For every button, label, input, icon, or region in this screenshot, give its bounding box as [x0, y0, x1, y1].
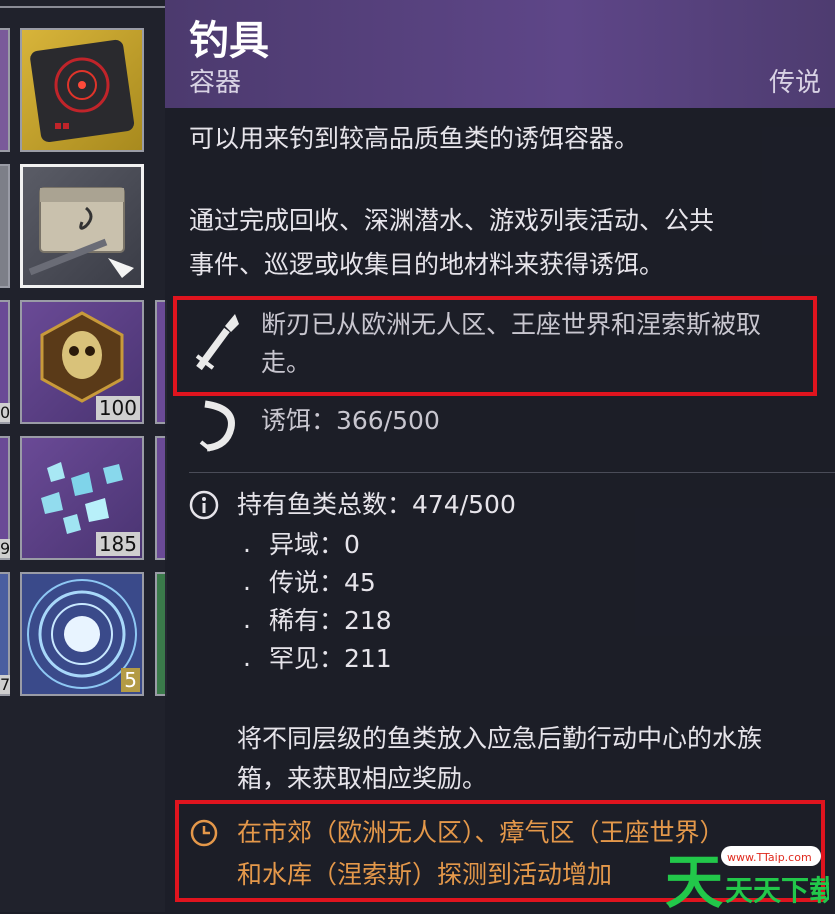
item-rarity: 传说 [768, 68, 821, 98]
tooltip-header: 钓具 容器 传说 [165, 0, 835, 108]
site-logo-icon: 天 www.TTaip.com 天天下载 [665, 846, 835, 914]
inventory-slot-tackle-box[interactable] [20, 164, 144, 288]
acquire-text-line2: 事件、巡逻或收集目的地材料来获得诱饵。 [189, 250, 665, 279]
clock-icon [190, 819, 218, 847]
item-count: 5 [121, 668, 140, 692]
item-count: 100 [95, 396, 140, 420]
inventory-grid: 0 9 7 100 185 5 [0, 0, 180, 912]
engram-box-icon [30, 39, 135, 143]
tackle-box-icon [28, 187, 134, 278]
inventory-slot-crystals[interactable]: 185 [20, 436, 144, 560]
aquarium-text-line1: 将不同层级的鱼类放入应急后勤行动中心的水族 [237, 724, 763, 753]
fish-uncommon-count: 罕见：211 [269, 644, 392, 673]
fish-total: 持有鱼类总数：474/500 [237, 490, 516, 519]
item-count: 0 [0, 403, 11, 422]
watermark-text: 天天下载 [725, 874, 829, 907]
fish-legendary-count: 传说：45 [269, 568, 376, 597]
tooltip-body: 可以用来钓到较高品质鱼类的诱饵容器。 通过完成回收、深渊潜水、游戏列表活动、公共… [165, 108, 835, 912]
removal-notice-line2: 走。 [261, 348, 312, 377]
inventory-slot-edge[interactable]: 9 [0, 436, 11, 560]
inventory-slot-edge[interactable]: 0 [0, 300, 11, 424]
activity-notice-line1: 在市郊（欧洲无人区）、瘴气区（王座世界） [237, 818, 725, 847]
removal-notice-line1: 断刃已从欧洲无人区、王座世界和涅索斯被取 [261, 310, 762, 339]
info-circle-icon [189, 490, 219, 520]
fish-rare-count: 稀有：218 [269, 606, 392, 635]
acquire-text-line1: 通过完成回收、深渊潜水、游戏列表活动、公共 [189, 206, 715, 235]
inventory-slot-engram[interactable] [20, 28, 144, 152]
activity-notice-line2: 和水库（涅索斯）探测到活动增加 [237, 860, 613, 889]
bait-count: 诱饵：366/500 [261, 406, 440, 435]
bullet-dot: · [243, 612, 251, 641]
item-count: 7 [0, 675, 11, 694]
section-divider [189, 472, 835, 473]
site-watermark: 天 www.TTaip.com 天天下载 [659, 842, 835, 914]
inventory-slot-edge[interactable] [0, 164, 10, 288]
item-title: 钓具 [189, 18, 269, 64]
item-count: 185 [95, 532, 140, 556]
inventory-slot-orb[interactable]: 5 [20, 572, 144, 696]
bullet-dot: · [243, 650, 251, 679]
inventory-top-divider [0, 6, 165, 8]
item-tooltip: 钓具 容器 传说 可以用来钓到较高品质鱼类的诱饵容器。 通过完成回收、深渊潜水、… [165, 0, 835, 912]
item-description: 可以用来钓到较高品质鱼类的诱饵容器。 [189, 124, 640, 153]
watermark-url: www.TTaip.com [727, 851, 812, 864]
item-type: 容器 [189, 68, 242, 98]
fish-exotic-count: 异域：0 [269, 530, 360, 559]
aquarium-text-line2: 箱，来获取相应奖励。 [237, 764, 488, 793]
svg-text:天: 天 [665, 848, 723, 910]
bullet-dot: · [243, 536, 251, 565]
inventory-slot-mask[interactable]: 100 [20, 300, 144, 424]
inventory-slot-edge[interactable] [0, 28, 10, 152]
bait-shrimp-icon [199, 400, 235, 452]
item-count: 9 [0, 539, 11, 558]
blade-broken-icon [195, 314, 239, 371]
inventory-slot-edge[interactable]: 7 [0, 572, 11, 696]
bullet-dot: · [243, 574, 251, 603]
